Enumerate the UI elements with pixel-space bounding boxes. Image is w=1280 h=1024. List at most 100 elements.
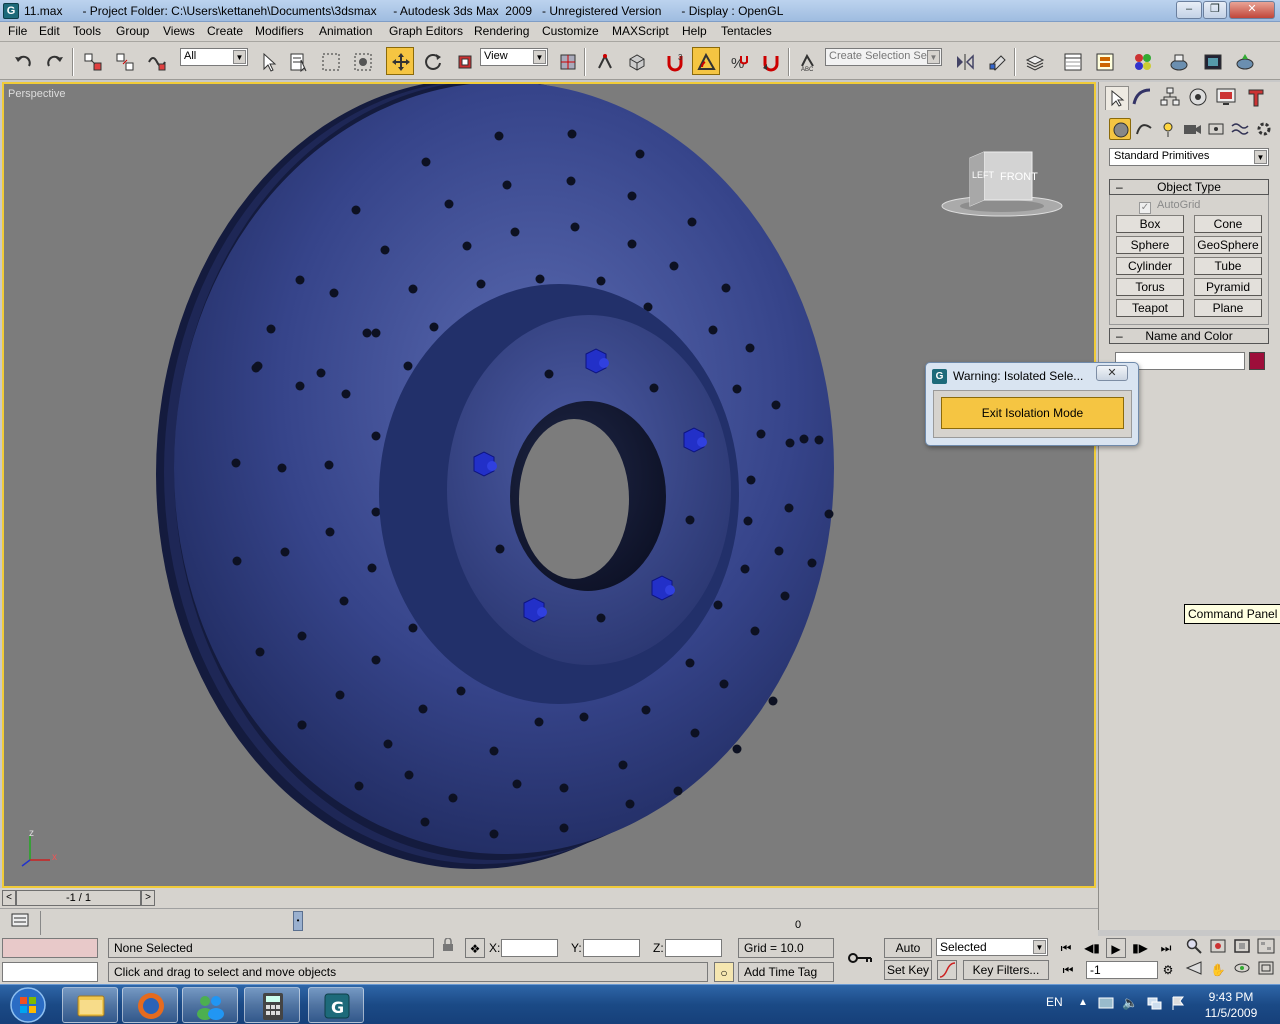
edit-named-selection-icon[interactable]: ABC — [794, 47, 822, 75]
select-and-move-icon[interactable] — [386, 47, 414, 75]
lock-icon[interactable] — [438, 937, 458, 958]
timeline-track[interactable] — [40, 911, 1098, 935]
time-slider-thumb[interactable]: • — [293, 911, 303, 931]
previous-key-icon[interactable]: ◀▮ — [1082, 938, 1102, 958]
language-indicator[interactable]: EN — [1046, 995, 1063, 1009]
menu-maxscript[interactable]: MAXScript — [610, 24, 671, 38]
mirror-icon[interactable] — [950, 47, 978, 75]
object-color-swatch[interactable] — [1249, 352, 1265, 370]
autogrid-checkbox[interactable]: ✓ AutoGrid — [1139, 199, 1200, 214]
add-time-tag-button[interactable]: Add Time Tag — [738, 962, 834, 982]
menu-animation[interactable]: Animation — [317, 24, 374, 38]
reference-coordinate-dropdown[interactable]: View ▼ — [480, 48, 548, 66]
keyboard-shortcut-override-icon[interactable] — [622, 47, 650, 75]
zoom-icon[interactable] — [1184, 938, 1204, 958]
render-setup-icon[interactable] — [1164, 47, 1192, 75]
zoom-extents-icon[interactable] — [1232, 938, 1252, 958]
calculator-taskbar-icon[interactable] — [244, 987, 300, 1023]
utilities-tab-icon[interactable] — [1245, 86, 1269, 110]
sphere-button[interactable]: Sphere — [1116, 236, 1184, 254]
track-bar[interactable]: • 0 — [0, 908, 1098, 936]
pan-view-icon[interactable]: ✋ — [1208, 960, 1228, 980]
restore-button[interactable]: ❐ — [1203, 1, 1227, 19]
plane-button[interactable]: Plane — [1194, 299, 1262, 317]
modify-tab-icon[interactable] — [1131, 86, 1155, 110]
zoom-extents-all-icon[interactable] — [1256, 938, 1276, 958]
y-coordinate-input[interactable] — [583, 939, 640, 957]
align-icon[interactable] — [982, 47, 1010, 75]
shapes-icon[interactable] — [1133, 118, 1155, 140]
orbit-icon[interactable] — [1232, 960, 1252, 980]
spinner-snap-icon[interactable] — [756, 47, 784, 75]
torus-button[interactable]: Torus — [1116, 278, 1184, 296]
select-object-icon[interactable] — [254, 47, 282, 75]
lights-icon[interactable] — [1157, 118, 1179, 140]
redo-icon[interactable] — [40, 47, 68, 75]
menu-help[interactable]: Help — [680, 24, 709, 38]
app-icon[interactable]: G — [3, 3, 19, 19]
z-coordinate-input[interactable] — [665, 939, 722, 957]
create-tab-icon[interactable] — [1105, 86, 1129, 110]
absolute-mode-icon[interactable]: ❖ — [465, 938, 485, 958]
cylinder-button[interactable]: Cylinder — [1116, 257, 1184, 275]
go-to-start-icon[interactable]: ⏮ — [1056, 938, 1076, 958]
maxscript-listener-pink[interactable] — [2, 938, 98, 958]
menu-edit[interactable]: Edit — [37, 24, 62, 38]
messenger-taskbar-icon[interactable] — [182, 987, 238, 1023]
key-mode-toggle-icon[interactable]: ⏮ — [1058, 960, 1078, 980]
zoom-all-icon[interactable] — [1208, 938, 1228, 958]
geometry-icon[interactable] — [1109, 118, 1131, 140]
cameras-icon[interactable] — [1181, 118, 1203, 140]
rectangular-selection-icon[interactable] — [316, 47, 344, 75]
auto-key-button[interactable]: Auto Key — [884, 938, 932, 973]
dialog-close-button[interactable]: ✕ — [1096, 365, 1128, 381]
select-manipulate-icon[interactable] — [590, 47, 618, 75]
frame-counter[interactable]: -1 / 1 — [16, 890, 141, 906]
bind-space-warp-icon[interactable] — [142, 47, 170, 75]
go-to-end-icon[interactable]: ⏭ — [1156, 938, 1176, 958]
minimize-button[interactable]: – — [1176, 1, 1202, 19]
helpers-icon[interactable] — [1205, 118, 1227, 140]
next-key-icon[interactable]: ▮▶ — [1130, 938, 1150, 958]
object-category-dropdown[interactable]: Standard Primitives ▼ — [1109, 148, 1269, 166]
viewcube[interactable]: LEFT FRONT — [940, 148, 1068, 220]
display-tab-icon[interactable] — [1215, 86, 1239, 110]
schematic-view-icon[interactable] — [1090, 47, 1118, 75]
object-type-rollout-header[interactable]: – Object Type — [1109, 179, 1269, 195]
cone-button[interactable]: Cone — [1194, 215, 1262, 233]
menu-rendering[interactable]: Rendering — [472, 24, 531, 38]
pivot-center-icon[interactable] — [553, 47, 581, 75]
window-crossing-icon[interactable] — [348, 47, 376, 75]
motion-tab-icon[interactable] — [1187, 86, 1211, 110]
tube-button[interactable]: Tube — [1194, 257, 1262, 275]
previous-frame-icon[interactable]: < — [2, 890, 16, 906]
percent-snap-icon[interactable]: % — [724, 47, 752, 75]
time-configuration-icon[interactable]: ⚙ — [1158, 960, 1178, 980]
select-by-name-icon[interactable] — [284, 47, 312, 75]
menu-create[interactable]: Create — [205, 24, 245, 38]
play-icon[interactable]: ▶ — [1106, 938, 1126, 958]
show-hidden-icons-icon[interactable]: ▲ — [1078, 997, 1088, 1008]
menu-views[interactable]: Views — [161, 24, 197, 38]
layer-manager-icon[interactable] — [1020, 47, 1048, 75]
render-production-icon[interactable] — [1230, 47, 1258, 75]
menu-group[interactable]: Group — [114, 24, 151, 38]
default-tangent-icon[interactable] — [937, 960, 957, 980]
maximize-viewport-icon[interactable] — [1256, 960, 1276, 980]
box-button[interactable]: Box — [1116, 215, 1184, 233]
systems-icon[interactable] — [1253, 118, 1275, 140]
network-icon[interactable] — [1146, 995, 1162, 1011]
select-and-scale-icon[interactable] — [450, 47, 478, 75]
teapot-button[interactable]: Teapot — [1116, 299, 1184, 317]
current-frame-input[interactable]: -1 — [1086, 961, 1158, 979]
menu-customize[interactable]: Customize — [540, 24, 601, 38]
menu-modifiers[interactable]: Modifiers — [253, 24, 306, 38]
close-button[interactable]: ✕ — [1229, 1, 1275, 19]
menu-file[interactable]: File — [6, 24, 29, 38]
perspective-viewport[interactable]: Perspective LEFT FRONT z x — [2, 82, 1096, 888]
field-of-view-icon[interactable] — [1184, 960, 1204, 980]
viewcube-left-face[interactable]: LEFT — [972, 170, 994, 180]
viewcube-front-face[interactable]: FRONT — [1000, 171, 1038, 183]
geosphere-button[interactable]: GeoSphere — [1194, 236, 1262, 254]
mini-curve-editor-icon[interactable] — [10, 912, 30, 932]
